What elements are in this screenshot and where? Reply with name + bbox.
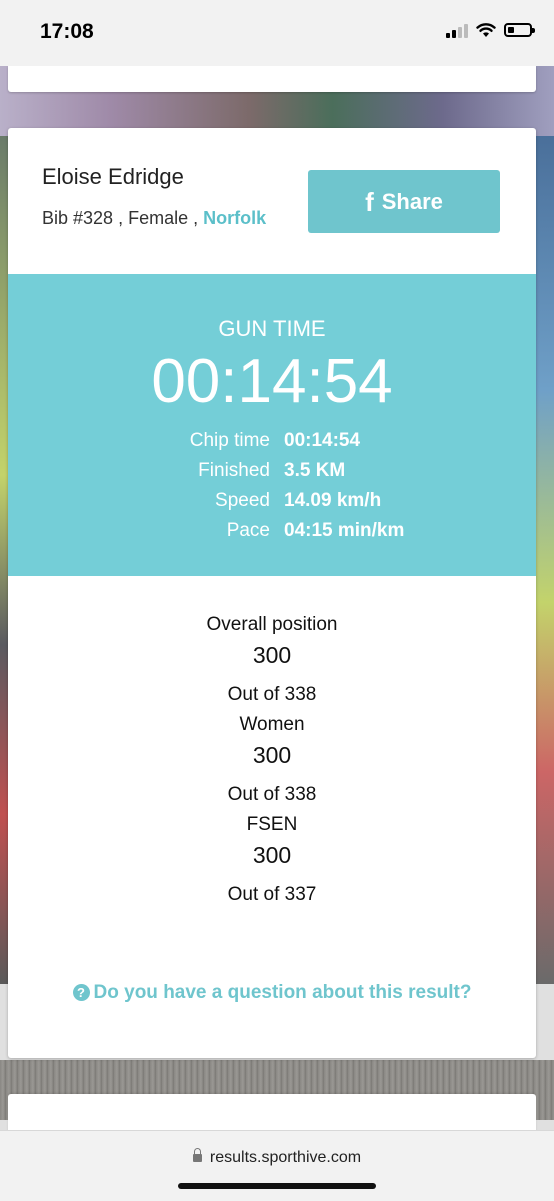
url-display[interactable]: results.sporthive.com bbox=[0, 1148, 554, 1167]
wifi-icon bbox=[476, 22, 496, 37]
gun-time-value: 00:14:54 bbox=[151, 347, 393, 416]
time-panel: GUN TIME 00:14:54 Chip time 00:14:54 Fin… bbox=[8, 274, 536, 576]
question-icon: ? bbox=[72, 984, 90, 1001]
bib-number: Bib #328 bbox=[42, 208, 114, 228]
stat-row-chip-time: Chip time 00:14:54 bbox=[8, 430, 536, 460]
next-card bbox=[8, 1094, 536, 1134]
position-out-of: Out of 338 bbox=[227, 784, 317, 805]
position-value: 300 bbox=[252, 842, 292, 868]
position-value: 300 bbox=[252, 742, 292, 768]
status-time: 17:08 bbox=[40, 20, 94, 43]
stat-label: Speed bbox=[215, 490, 270, 511]
meta-separator: , bbox=[188, 208, 204, 228]
position-category: Overall position bbox=[206, 614, 338, 635]
share-label: Share bbox=[381, 188, 443, 214]
question-link[interactable]: ? Do you have a question about this resul… bbox=[8, 982, 536, 1004]
stat-value: 00:14:54 bbox=[284, 430, 361, 451]
facebook-icon: f bbox=[365, 186, 374, 217]
stat-value: 3.5 KM bbox=[284, 460, 346, 481]
stat-label: Finished bbox=[198, 460, 270, 481]
status-bar: 17:08 bbox=[0, 0, 554, 66]
previous-card bbox=[8, 66, 536, 92]
stat-label: Pace bbox=[226, 520, 270, 541]
url-text: results.sporthive.com bbox=[209, 1149, 362, 1166]
battery-icon bbox=[504, 23, 535, 37]
status-icons bbox=[446, 22, 535, 38]
position-value: 300 bbox=[252, 642, 292, 668]
stat-row-finished: Finished 3.5 KM bbox=[8, 460, 536, 490]
meta-separator: , bbox=[113, 208, 129, 228]
athlete-name: Eloise Edridge bbox=[42, 164, 184, 189]
result-card: Eloise Edridge Bib #328 , Female , Norfo… bbox=[8, 128, 536, 1058]
athlete-region-link[interactable]: Norfolk bbox=[203, 208, 266, 228]
stat-row-pace: Pace 04:15 min/km bbox=[8, 520, 536, 550]
stat-label: Chip time bbox=[189, 430, 270, 451]
athlete-meta: Bib #328 , Female , Norfolk bbox=[42, 208, 266, 229]
stat-row-speed: Speed 14.09 km/h bbox=[8, 490, 536, 520]
stat-value: 04:15 min/km bbox=[284, 520, 405, 541]
athlete-gender: Female bbox=[128, 208, 189, 228]
lock-icon bbox=[192, 1148, 202, 1162]
share-button[interactable]: f Share bbox=[308, 170, 500, 233]
stat-value: 14.09 km/h bbox=[284, 490, 382, 511]
position-category: FSEN bbox=[246, 814, 298, 835]
home-indicator[interactable] bbox=[178, 1183, 376, 1189]
gun-time-label: GUN TIME bbox=[218, 316, 326, 341]
position-out-of: Out of 338 bbox=[227, 684, 317, 705]
cellular-signal-icon bbox=[446, 22, 468, 38]
position-category: Women bbox=[239, 714, 305, 735]
position-out-of: Out of 337 bbox=[227, 884, 317, 905]
browser-url-bar[interactable]: results.sporthive.com bbox=[0, 1130, 554, 1201]
question-label: Do you have a question about this result… bbox=[93, 982, 472, 1003]
